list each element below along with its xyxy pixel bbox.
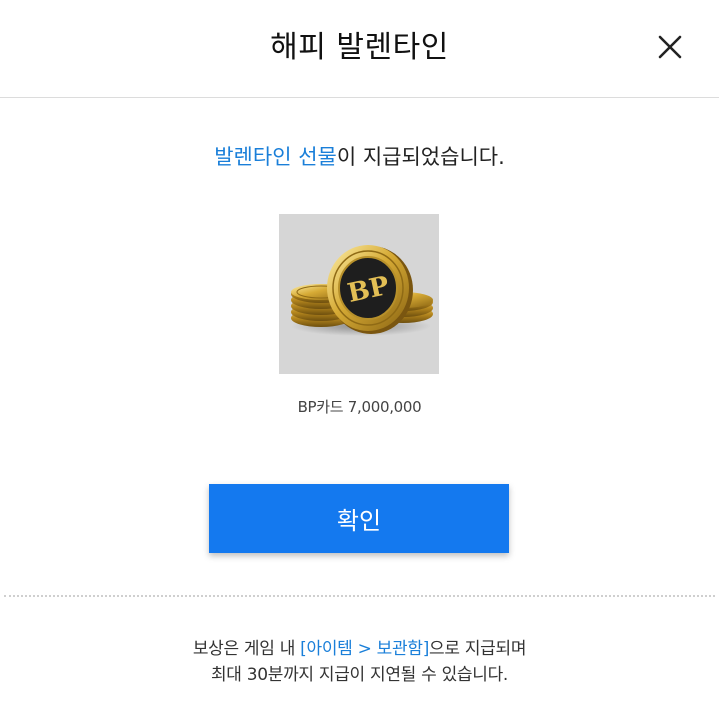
reward-item-image: BP <box>279 214 439 374</box>
delivery-notice-line1: 보상은 게임 내 [아이템 > 보관함]으로 지급되며 <box>0 636 719 662</box>
reward-message-highlight: 발렌타인 선물 <box>214 145 337 169</box>
modal-title: 해피 발렌타인 <box>270 30 449 65</box>
confirm-button-label: 확인 <box>336 507 382 535</box>
reward-item-label: BP카드 7,000,000 <box>297 398 422 416</box>
notice-prefix: 보상은 게임 내 <box>192 639 301 659</box>
modal-header: 해피 발렌타인 <box>0 0 719 98</box>
delivery-notice: 보상은 게임 내 [아이템 > 보관함]으로 지급되며 최대 30분까지 지급이… <box>0 636 719 688</box>
close-button[interactable] <box>655 32 685 62</box>
notice-suffix: 으로 지급되며 <box>429 639 527 659</box>
reward-modal: 해피 발렌타인 발렌타인 선물이 지급되었습니다. BP BP카드 7,000,… <box>0 0 719 724</box>
delivery-notice-line2: 최대 30분까지 지급이 지연될 수 있습니다. <box>210 665 509 685</box>
reward-message: 발렌타인 선물이 지급되었습니다. <box>0 141 719 173</box>
bp-coin-stack-icon: BP <box>291 245 433 336</box>
close-icon <box>658 35 682 59</box>
storage-link-text: [아이템 > 보관함] <box>300 639 430 659</box>
confirm-button[interactable]: 확인 <box>209 484 509 553</box>
dotted-divider <box>4 595 715 597</box>
reward-message-text: 이 지급되었습니다. <box>336 145 505 169</box>
